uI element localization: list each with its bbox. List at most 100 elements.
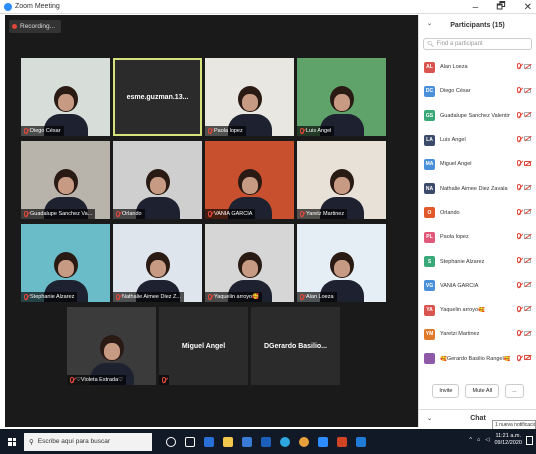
chrome-icon[interactable] [299,436,309,447]
camera-off-icon[interactable] [524,184,531,190]
video-tile[interactable]: Nathalie Aimee Diez Z... [113,224,202,302]
video-tile[interactable]: Orlando [113,141,202,219]
participant-row[interactable]: LA Luis Ángel [419,128,536,152]
mic-muted-icon[interactable] [517,330,521,337]
camera-off-icon[interactable] [524,63,531,69]
browser-icon[interactable] [280,436,290,447]
taskbar: ⚲ Escribe aquí para buscar ^ ⌂ ◁ 11:21 a… [0,429,536,454]
mic-muted-icon[interactable] [517,184,521,191]
camera-off-icon[interactable] [524,160,531,166]
mic-muted-icon[interactable] [517,87,521,94]
participant-name: 🥰Gerardo Basilio Rangel🥰 [440,355,510,362]
edge-icon[interactable] [204,436,214,447]
video-tile[interactable]: Paola lopez [205,58,294,136]
participant-search-input[interactable]: 🔍︎ Find a participant [423,38,532,50]
mic-muted-icon[interactable] [517,160,521,167]
clock[interactable]: 11:21 a.m. 09/12/2020 [494,433,522,447]
mic-muted-icon[interactable] [517,305,521,312]
mic-muted-icon[interactable] [517,354,521,361]
participant-row[interactable]: DC Diego César [419,79,536,103]
video-tile[interactable]: Stephanie Alzarez [21,224,110,302]
mute-all-button[interactable]: Mute All [465,384,500,398]
participant-name: Yaquelin arroyo🥰 [440,307,485,314]
participant-row[interactable]: YA Yaquelin arroyo🥰 [419,298,536,322]
store-icon[interactable] [242,436,252,447]
recording-indicator[interactable]: Recording... [9,20,62,33]
tile-name-label: Yaretz Martinez [297,209,348,219]
camera-off-icon[interactable] [524,87,531,93]
participant-row[interactable]: VG VANIA GARCIA [419,274,536,298]
participant-row[interactable]: S Stephanie Alzarez [419,249,536,273]
participant-row[interactable]: GS Guadalupe Sanchez Valentin [419,104,536,128]
action-center-icon[interactable] [526,436,533,445]
tile-name: Stephanie Alzarez [30,294,75,300]
camera-off-icon[interactable] [524,233,531,239]
mic-muted-icon[interactable] [517,63,521,69]
maximize-button[interactable]: 🗗 [496,0,505,16]
video-tile[interactable]: ♡Violeta Estrada♡ [67,307,156,385]
video-tile[interactable]: Miguel Angel [159,307,248,385]
mic-muted-icon [70,377,74,383]
camera-off-icon[interactable] [524,282,531,288]
video-gallery: Recording... Diego César esme.guzman.13..… [5,15,418,427]
camera-feed [205,224,294,302]
participant-row[interactable]: AL Alan Loeza [419,55,536,79]
app-icon[interactable] [356,436,366,447]
participant-row[interactable]: YM Yaretzi Martinez [419,322,536,346]
cortana-icon[interactable] [166,436,176,447]
invite-button[interactable]: Invite [432,384,460,398]
camera-off-icon[interactable] [524,112,531,118]
video-tile[interactable]: DGerardo Basilio... [251,307,340,385]
mail-icon[interactable] [261,436,271,447]
camera-off-icon[interactable] [524,136,531,142]
participant-row[interactable]: PL Paola lopez [419,225,536,249]
camera-off-icon[interactable] [524,306,531,312]
tray-arrow-icon[interactable]: ^ [469,437,472,443]
video-tile[interactable]: Yaretz Martinez [297,141,386,219]
avatar: MA [424,158,435,170]
windows-start-icon[interactable] [8,437,16,446]
mic-muted-icon[interactable] [517,257,521,264]
avatar: LA [424,134,435,146]
more-options-button[interactable]: ... [505,384,524,398]
camera-off-icon[interactable] [524,209,531,215]
video-tile[interactable]: Guadalupe Sanchez Va... [21,141,110,219]
minimize-button[interactable]: – [473,2,479,13]
participant-row[interactable]: 🥰Gerardo Basilio Rangel🥰 [419,347,536,371]
tile-name: Diego César [30,128,61,134]
clock-time: 11:21 a.m. [495,433,522,439]
mic-muted-icon[interactable] [517,281,521,288]
participant-row[interactable]: NA Nathalie Aimee Diez Zavala [419,176,536,200]
zoom-taskbar-icon[interactable] [318,436,328,447]
close-button[interactable]: ✕ [524,2,532,13]
participant-row[interactable]: O Orlando [419,201,536,225]
participant-name: Alan Loeza [440,64,468,71]
camera-off-icon[interactable] [524,330,531,336]
video-tile[interactable]: VANIA GARCIA [205,141,294,219]
video-tile[interactable]: Diego César [21,58,110,136]
network-icon[interactable]: ⌂ [477,437,480,443]
video-tile[interactable]: Luis Angel [297,58,386,136]
task-view-icon[interactable] [185,436,195,447]
camera-feed [21,224,110,302]
video-tile[interactable]: Alan Loeza [297,224,386,302]
mic-muted-icon[interactable] [517,233,521,240]
mic-muted-icon[interactable] [517,111,521,118]
video-tile[interactable]: Yaquelin arroyo🥰 [205,224,294,302]
tile-display-name: DGerardo Basilio... [263,342,328,350]
video-tile[interactable]: esme.guzman.13... [113,58,202,136]
powerpoint-icon[interactable] [337,436,347,447]
taskbar-search-input[interactable]: ⚲ Escribe aquí para buscar [24,432,152,451]
participant-row[interactable]: MA Miguel Angel [419,152,536,176]
file-explorer-icon[interactable] [223,436,233,447]
participant-name: Nathalie Aimee Diez Zavala [440,185,508,192]
participant-name: Stephanie Alzarez [440,258,485,265]
camera-feed [297,224,386,302]
mic-muted-icon[interactable] [517,208,521,215]
mic-muted-icon[interactable] [517,135,521,142]
camera-off-icon[interactable] [524,257,531,263]
participant-status [517,63,531,69]
camera-off-icon[interactable] [524,355,531,361]
volume-icon[interactable]: ◁ [485,437,489,443]
collapse-chevron-icon[interactable]: ⌄ [427,20,432,27]
